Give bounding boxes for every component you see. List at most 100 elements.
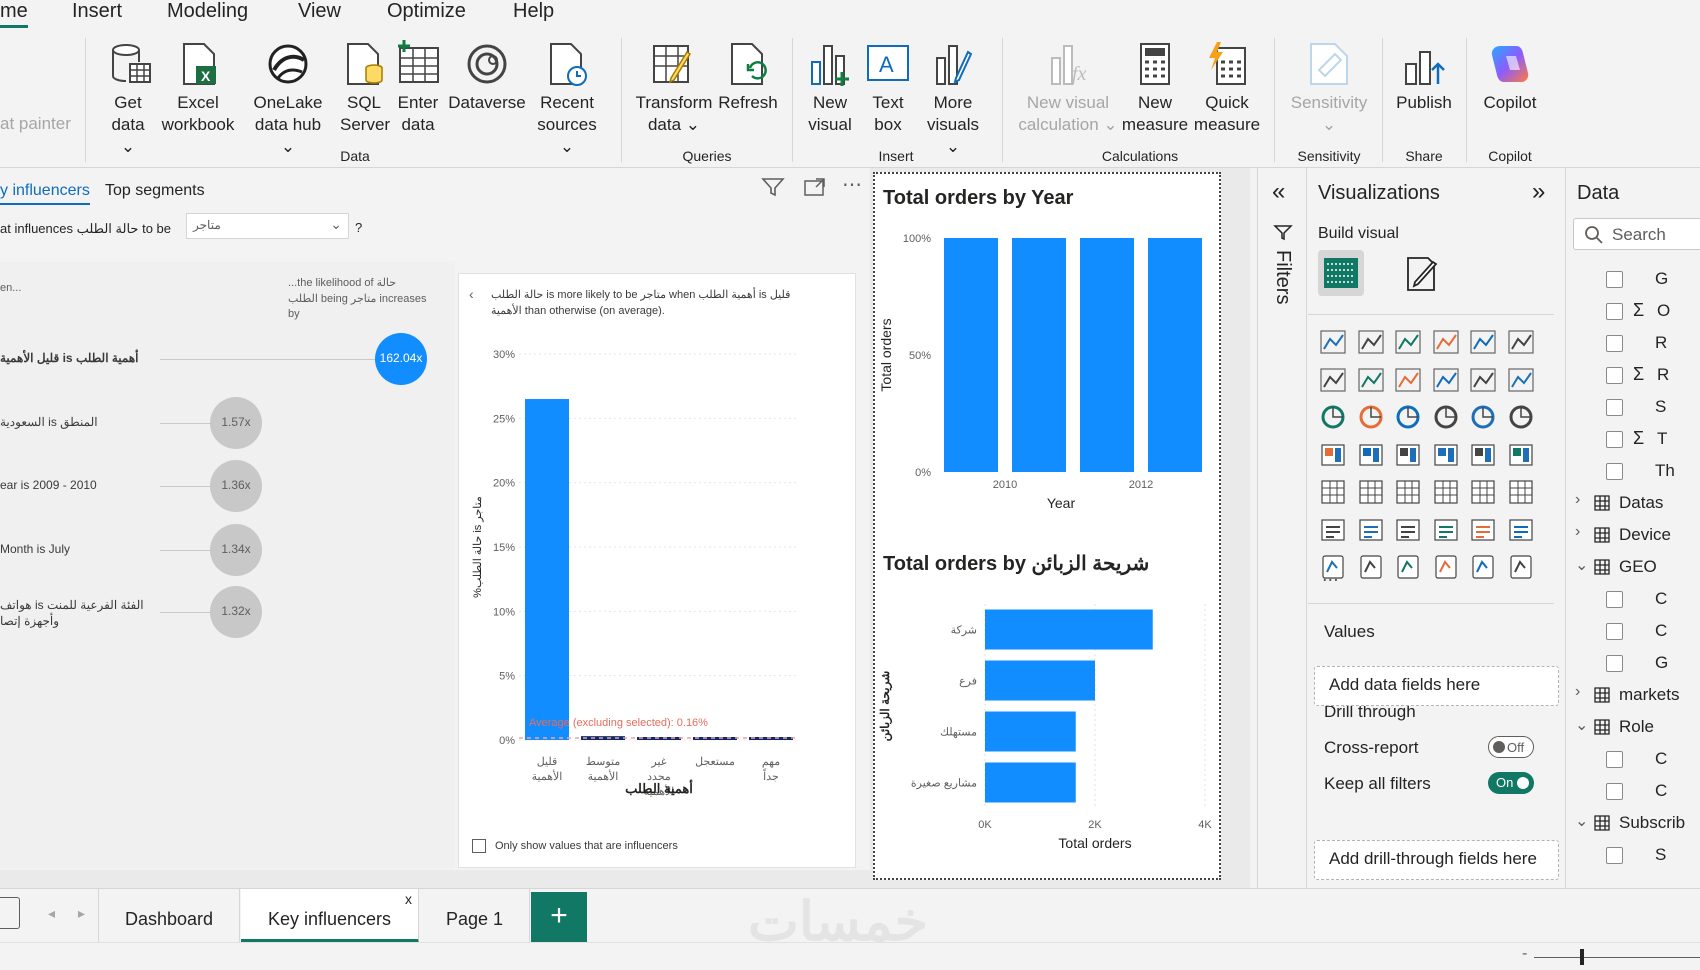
help-icon[interactable]: ? bbox=[355, 220, 362, 235]
influencer-label[interactable]: السعودية is المنطق bbox=[0, 415, 98, 429]
get-data-button[interactable]: Get data ⌄ bbox=[108, 40, 151, 158]
text-box-button[interactable]: A Text box bbox=[864, 40, 912, 136]
build-visual-tab[interactable] bbox=[1318, 250, 1364, 296]
field-checkbox[interactable] bbox=[1606, 431, 1623, 448]
table-node[interactable]: ⌄ Subscrib bbox=[1567, 809, 1700, 839]
power-automate-icon[interactable] bbox=[1393, 552, 1423, 582]
new-visual-calculation-button[interactable]: fx New visual calculation ⌄ bbox=[1016, 40, 1120, 136]
tab-help[interactable]: Help bbox=[513, 0, 554, 23]
table-node[interactable]: ⌄ GEO bbox=[1567, 553, 1700, 583]
python-visual-icon[interactable] bbox=[1318, 515, 1348, 545]
funnel-icon[interactable] bbox=[1393, 402, 1423, 432]
field-checkbox[interactable] bbox=[1606, 847, 1623, 864]
r-visual-icon[interactable] bbox=[1506, 477, 1536, 507]
line-icon[interactable] bbox=[1318, 365, 1348, 395]
field-item[interactable]: S bbox=[1567, 393, 1700, 423]
treemap-icon[interactable] bbox=[1318, 440, 1348, 470]
field-item[interactable]: C bbox=[1567, 745, 1700, 775]
decomposition-tree-icon[interactable] bbox=[1393, 515, 1423, 545]
cross-report-toggle[interactable]: Off bbox=[1488, 736, 1534, 758]
publish-button[interactable]: Publish bbox=[1394, 40, 1454, 114]
zoom-out-icon[interactable]: - bbox=[1522, 945, 1527, 963]
map-icon[interactable] bbox=[1356, 440, 1386, 470]
tab-key-influencers[interactable]: y influencers bbox=[0, 182, 90, 205]
chevron-right-icon[interactable]: › bbox=[1575, 683, 1580, 701]
field-item[interactable]: G bbox=[1567, 649, 1700, 679]
table-node[interactable]: › Device bbox=[1567, 521, 1700, 551]
chevron-right-icon[interactable]: › bbox=[1575, 523, 1580, 541]
influencer-label[interactable]: Month is July bbox=[0, 542, 70, 556]
pie-icon[interactable] bbox=[1468, 402, 1498, 432]
keep-filters-toggle[interactable]: On bbox=[1488, 772, 1534, 794]
influencer-label[interactable]: ear is 2009 - 2010 bbox=[0, 478, 97, 492]
tab-top-segments[interactable]: Top segments bbox=[105, 182, 205, 200]
field-item[interactable]: ΣT bbox=[1567, 425, 1700, 455]
field-item[interactable]: ΣO bbox=[1567, 297, 1700, 327]
100-bar-icon[interactable] bbox=[1468, 327, 1498, 357]
next-page-icon[interactable]: ▸ bbox=[78, 905, 85, 922]
values-drop-zone[interactable]: Add data fields here bbox=[1314, 666, 1559, 706]
clustered-bar-icon[interactable] bbox=[1393, 327, 1423, 357]
card-icon[interactable] bbox=[1506, 440, 1536, 470]
line-clustered-icon[interactable] bbox=[1506, 365, 1536, 395]
field-checkbox[interactable] bbox=[1606, 655, 1623, 672]
field-item[interactable]: ΣR bbox=[1567, 361, 1700, 391]
total-orders-by-year-chart[interactable]: Total orders by Year 0% 50% 100% 2010 2012 Yea… bbox=[875, 174, 1219, 514]
page-tab-page-1[interactable]: Page 1 bbox=[420, 889, 530, 943]
influencer-bubble[interactable]: 1.34x bbox=[210, 524, 262, 576]
field-item[interactable]: R bbox=[1567, 329, 1700, 359]
onelake-data-hub-button[interactable]: OneLake data hub ⌄ bbox=[248, 40, 328, 158]
table-node[interactable]: ⌄ Role bbox=[1567, 713, 1700, 743]
tab-insert[interactable]: Insert bbox=[72, 0, 122, 23]
recent-sources-button[interactable]: Recent sources ⌄ bbox=[530, 40, 604, 158]
influencer-bubble[interactable]: 1.36x bbox=[210, 460, 262, 512]
zoom-slider-thumb[interactable] bbox=[1580, 949, 1584, 965]
field-checkbox[interactable] bbox=[1606, 591, 1623, 608]
donut-icon[interactable] bbox=[1506, 402, 1536, 432]
sql-server-button[interactable]: SQL Server bbox=[340, 40, 390, 136]
stacked-column-icon[interactable] bbox=[1356, 327, 1386, 357]
multi-row-card-icon[interactable] bbox=[1318, 477, 1348, 507]
field-checkbox[interactable] bbox=[1606, 751, 1623, 768]
narrative-icon[interactable] bbox=[1506, 552, 1536, 582]
field-item[interactable]: C bbox=[1567, 617, 1700, 647]
line-column-icon[interactable] bbox=[1468, 365, 1498, 395]
influencers-only-checkbox[interactable] bbox=[472, 839, 486, 853]
table-node[interactable]: › Datas bbox=[1567, 489, 1700, 519]
field-checkbox[interactable] bbox=[1606, 399, 1623, 416]
tab-optimize[interactable]: Optimize bbox=[387, 0, 466, 23]
field-checkbox[interactable] bbox=[1606, 623, 1623, 640]
influencer-bubble[interactable]: 1.57x bbox=[210, 397, 262, 449]
new-measure-button[interactable]: New measure bbox=[1120, 40, 1190, 136]
value-dropdown[interactable]: متاجر ⌄ bbox=[186, 213, 349, 239]
100-area-icon[interactable] bbox=[1431, 365, 1461, 395]
more-visuals-button[interactable]: More visuals ⌄ bbox=[918, 40, 988, 158]
field-item[interactable]: G bbox=[1567, 265, 1700, 295]
field-checkbox[interactable] bbox=[1606, 303, 1623, 320]
enter-data-button[interactable]: Enter data bbox=[394, 40, 442, 136]
refresh-button[interactable]: Refresh bbox=[718, 40, 778, 114]
field-item[interactable]: C bbox=[1567, 585, 1700, 615]
field-item[interactable]: S bbox=[1567, 841, 1700, 871]
kpi-icon[interactable] bbox=[1356, 477, 1386, 507]
field-item[interactable]: Th bbox=[1567, 457, 1700, 487]
influencer-label[interactable]: قليل الأهمية is أهمية الطلب bbox=[0, 351, 139, 365]
table-icon[interactable] bbox=[1431, 477, 1461, 507]
smart-narrative-icon[interactable] bbox=[1468, 515, 1498, 545]
matrix-icon[interactable] bbox=[1468, 477, 1498, 507]
metrics-icon[interactable] bbox=[1506, 515, 1536, 545]
focus-mode-icon[interactable] bbox=[802, 176, 828, 198]
chevron-right-icon[interactable]: › bbox=[1575, 491, 1580, 509]
qa-icon[interactable] bbox=[1431, 515, 1461, 545]
apps-icon[interactable] bbox=[1468, 552, 1498, 582]
format-painter-button[interactable]: at painter bbox=[0, 114, 71, 134]
influencer-bubble[interactable]: 162.04x bbox=[375, 333, 427, 385]
chevron-down-icon[interactable]: ⌄ bbox=[1575, 555, 1588, 575]
close-tab-icon[interactable]: x bbox=[405, 891, 412, 907]
100-column-icon[interactable] bbox=[1506, 327, 1536, 357]
expand-pane-icon[interactable]: » bbox=[1532, 178, 1545, 206]
tab-home[interactable]: me bbox=[0, 0, 28, 28]
clustered-column-icon[interactable] bbox=[1431, 327, 1461, 357]
stacked-bar-icon[interactable] bbox=[1318, 327, 1348, 357]
ribbon-icon[interactable] bbox=[1318, 402, 1348, 432]
